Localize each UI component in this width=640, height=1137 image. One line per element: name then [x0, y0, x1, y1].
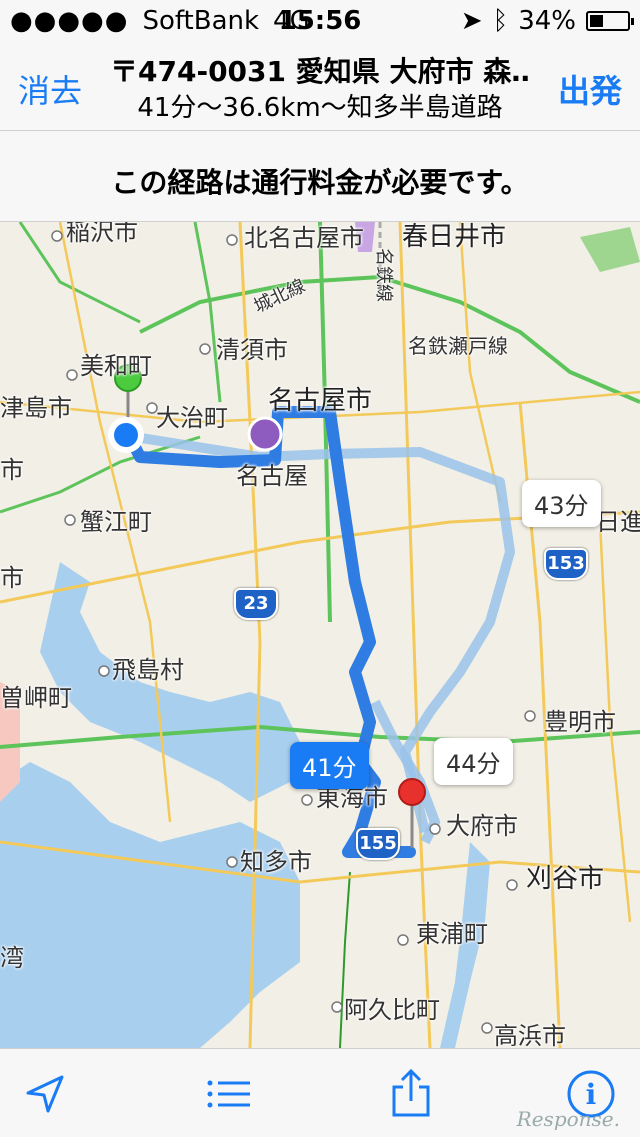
map-label-inazawa: 稲沢市 — [66, 222, 138, 246]
map-view[interactable]: 稲沢市 北名古屋市 春日井市 美和町 清須市 名鉄瀬戸線 名古屋市 津島市 大治… — [0, 222, 640, 1048]
battery-percent: 34% — [518, 6, 576, 36]
map-label-nagoya-city: 名古屋市 — [268, 386, 373, 416]
map-label-city-left: 市 — [0, 456, 24, 484]
map-label-nagoya-station: 名古屋 — [236, 462, 308, 490]
route-shield-155: 155 — [356, 828, 400, 860]
route-alt2-time-tag[interactable]: 44分 — [434, 738, 513, 785]
map-label-city-left2: 市 — [0, 564, 24, 592]
map-label-kasugai: 春日井市 — [402, 222, 507, 252]
status-bar: ●●●●● SoftBank 4G 15:56 ➤ ᛒ 34% — [0, 0, 640, 40]
bottom-toolbar: i Response. — [0, 1048, 640, 1137]
map-label-oharu: 大治町 — [156, 404, 228, 432]
map-label-kiyosu: 清須市 — [216, 336, 288, 364]
route-summary: 41分〜36.6km〜知多半島道路 — [137, 93, 503, 123]
map-label-miwa: 美和町 — [80, 352, 152, 380]
map-label-higashiura: 東浦町 — [416, 920, 488, 948]
map-label-kariya: 刈谷市 — [526, 864, 605, 894]
route-main-time-tag[interactable]: 41分 — [290, 742, 369, 789]
battery-icon — [586, 11, 634, 31]
map-label-obu: 大府市 — [446, 812, 518, 840]
route-alt1-time-tag[interactable]: 43分 — [522, 480, 601, 527]
toll-notice: この経路は通行料金が必要です。 — [0, 131, 640, 222]
map-label-tobishima: 飛島村 — [112, 656, 184, 684]
map-label-toyoake: 豊明市 — [544, 708, 616, 736]
map-label-tsushima: 津島市 — [0, 394, 72, 422]
list-icon[interactable] — [204, 1069, 254, 1119]
map-label-meitetsu-seto: 名鉄瀬戸線 — [408, 334, 508, 358]
clear-button[interactable]: 消去 — [18, 66, 82, 112]
navigation-bar: 消去 〒474-0031 愛知県 大府市 森… 41分〜36.6km〜知多半島道… — [0, 40, 640, 131]
route-shield-23: 23 — [234, 588, 278, 620]
map-label-chita: 知多市 — [240, 848, 312, 876]
map-label-nisshin: 日進 — [596, 508, 640, 536]
toll-notice-text: この経路は通行料金が必要です。 — [111, 166, 529, 199]
location-services-icon: ➤ — [460, 6, 483, 36]
watermark: Response. — [516, 1107, 620, 1131]
location-arrow-icon[interactable] — [20, 1069, 70, 1119]
map-label-kisosaki: 曽岬町 — [0, 684, 72, 712]
route-shield-153: 153 — [544, 548, 588, 580]
map-label-kanie: 蟹江町 — [80, 508, 152, 536]
start-button[interactable]: 出発 — [558, 66, 622, 112]
destination-title: 〒474-0031 愛知県 大府市 森… — [110, 55, 530, 88]
map-label-kitanagoya: 北名古屋市 — [244, 224, 364, 252]
map-label-bay: 湾 — [0, 944, 24, 972]
map-label-takahama: 高浜市 — [494, 1022, 566, 1048]
share-icon[interactable] — [386, 1068, 436, 1119]
bluetooth-icon: ᛒ — [492, 6, 509, 36]
map-label-agui: 阿久比町 — [344, 996, 440, 1024]
map-label-meitetsu-line: 名鉄線 — [373, 248, 394, 302]
